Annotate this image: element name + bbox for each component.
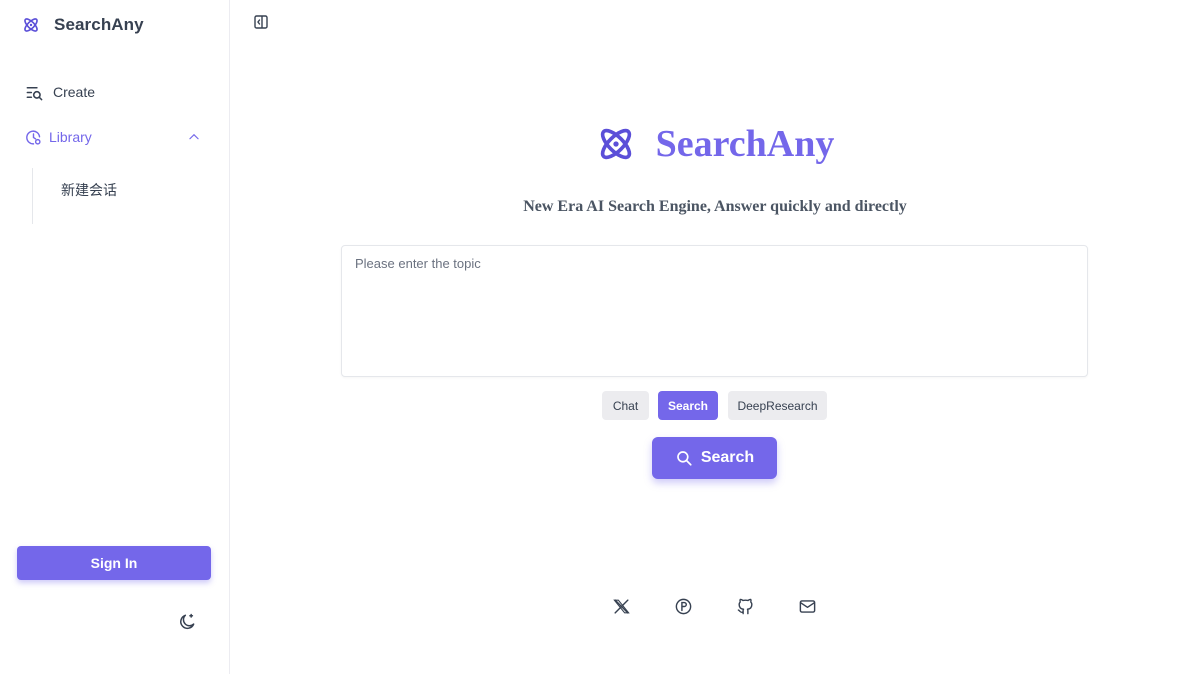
search-button[interactable]: Search bbox=[652, 437, 777, 479]
library-list: 新建会话 bbox=[32, 168, 212, 224]
atom-logo-icon bbox=[600, 128, 631, 160]
search-button-label: Search bbox=[700, 449, 755, 466]
app-root: SearchAny Create Library 新建会话 Sign In Se… bbox=[0, 0, 1200, 674]
mode-chat-button[interactable]: Chat bbox=[602, 391, 649, 420]
clock-history-icon bbox=[26, 129, 41, 145]
sidebar: SearchAny Create Library 新建会话 Sign In bbox=[0, 0, 230, 674]
github-link[interactable] bbox=[736, 597, 755, 616]
sidebar-item-create-label: Create bbox=[53, 84, 96, 100]
producthunt-link[interactable] bbox=[674, 597, 693, 616]
sidebar-item-create[interactable]: Create bbox=[25, 80, 95, 104]
list-search-icon bbox=[26, 86, 43, 100]
mail-link[interactable] bbox=[798, 597, 817, 616]
hero: SearchAny bbox=[230, 122, 1200, 166]
sidebar-toggle-icon[interactable] bbox=[253, 14, 269, 30]
mode-selector: Chat Search DeepResearch bbox=[0, 391, 1200, 420]
moon-icon[interactable] bbox=[177, 612, 197, 632]
atom-logo-icon bbox=[24, 18, 38, 32]
topic-input[interactable] bbox=[341, 245, 1088, 377]
x-icon bbox=[613, 599, 630, 614]
chevron-up-icon[interactable] bbox=[187, 130, 201, 144]
sign-in-button[interactable]: Sign In bbox=[17, 546, 211, 580]
brand-name: SearchAny bbox=[54, 15, 144, 34]
mode-deepresearch-button[interactable]: DeepResearch bbox=[728, 391, 827, 420]
producthunt-icon bbox=[675, 598, 692, 615]
github-icon bbox=[737, 598, 753, 615]
hero-name: SearchAny bbox=[655, 123, 835, 165]
mode-search-button[interactable]: Search bbox=[658, 391, 718, 420]
sidebar-item-library-label: Library bbox=[49, 129, 92, 145]
mail-icon bbox=[799, 600, 816, 613]
hero-title: SearchAny bbox=[230, 122, 1200, 166]
sidebar-item-library[interactable]: Library bbox=[25, 125, 205, 149]
library-item[interactable]: 新建会话 bbox=[61, 180, 117, 200]
search-icon bbox=[676, 451, 692, 466]
brand[interactable]: SearchAny bbox=[22, 15, 144, 35]
hero-tagline: New Era AI Search Engine, Answer quickly… bbox=[523, 198, 907, 215]
x-link[interactable] bbox=[612, 597, 631, 616]
